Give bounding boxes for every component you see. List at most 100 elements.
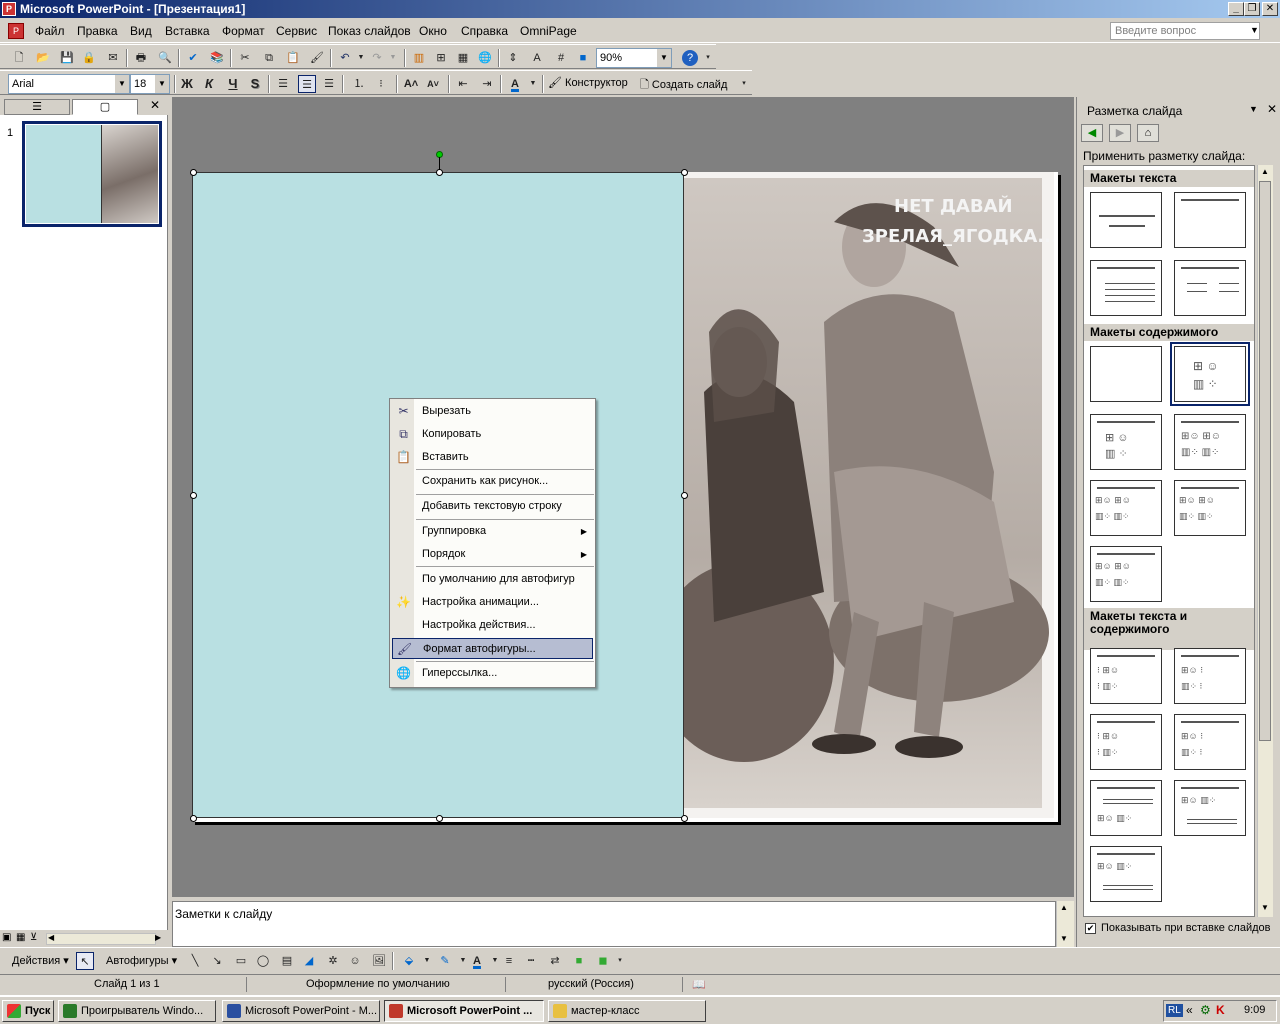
outline-tab[interactable]: ☰	[4, 99, 70, 115]
menu-item-default-autoshape[interactable]: По умолчанию для автофигур	[392, 569, 593, 590]
zoom-dropdown-icon[interactable]: ▼	[657, 49, 671, 67]
help-icon[interactable]: ?	[682, 50, 698, 66]
size-dropdown-icon[interactable]: ▼	[155, 75, 169, 93]
textbox-icon[interactable]: ▤	[278, 952, 296, 970]
menu-item-save-as-picture[interactable]: Сохранить как рисунок...	[392, 471, 593, 492]
resize-handle-sw[interactable]	[190, 815, 197, 822]
ask-dropdown-icon[interactable]: ▼	[1250, 25, 1259, 35]
layout-title-two-content-over[interactable]: ⊞☺ ⊞☺ ▥⁘ ▥⁘	[1174, 480, 1246, 536]
scroll-right-icon[interactable]: ▶	[155, 933, 161, 942]
menu-item-order[interactable]: Порядок ▶	[392, 544, 593, 565]
toolbar-options-icon[interactable]: ▾	[616, 952, 624, 970]
layout-title-two-content-over-text[interactable]: ⊞☺ ▥⁘	[1090, 846, 1162, 902]
insert-chart-icon[interactable]: ▥	[410, 49, 428, 67]
toolbar-options-icon[interactable]: ▾	[704, 49, 712, 67]
menu-view[interactable]: Вид	[130, 24, 152, 38]
layout-title-text-two-content[interactable]: ⁝ ⊞☺ ⁝ ▥⁘	[1090, 714, 1162, 770]
taskbar-button-folder[interactable]: мастер-класс	[548, 1000, 706, 1022]
tray-expand-icon[interactable]: «	[1186, 1003, 1193, 1017]
layout-title-content-text[interactable]: ⊞☺ ⁝ ▥⁘ ⁝	[1174, 648, 1246, 704]
layout-scrollbar[interactable]: ▲ ▼	[1257, 165, 1273, 917]
increase-font-icon[interactable]: A˄	[402, 75, 420, 93]
align-right-icon[interactable]: ☰	[320, 75, 338, 93]
diagram-icon[interactable]: ✲	[324, 952, 342, 970]
show-on-insert-checkbox[interactable]: ✔	[1085, 923, 1096, 934]
3d-style-icon[interactable]: ◼	[594, 952, 612, 970]
shadow-button[interactable]: S	[246, 75, 264, 93]
menu-slideshow[interactable]: Показ слайдов	[328, 24, 411, 38]
menu-item-cut[interactable]: ✂ Вырезать	[392, 401, 593, 422]
document-icon[interactable]: P	[8, 23, 24, 39]
insert-hyperlink-icon[interactable]: 🌐	[476, 49, 494, 67]
scroll-up-icon[interactable]: ▲	[1261, 167, 1269, 176]
layout-title-only[interactable]	[1174, 192, 1246, 248]
taskbar-button-powerpoint-2[interactable]: Microsoft PowerPoint ...	[384, 1000, 544, 1022]
close-window-button[interactable]: ✕	[1262, 2, 1278, 16]
decrease-font-icon[interactable]: A˅	[424, 75, 442, 93]
scroll-thumb[interactable]	[1259, 181, 1271, 741]
print-icon[interactable]: 🖶	[132, 49, 150, 67]
rectangle-icon[interactable]: ▭	[232, 952, 250, 970]
clipart-icon[interactable]: ☺	[346, 952, 364, 970]
font-color-icon[interactable]: A	[506, 75, 524, 93]
fill-color-icon[interactable]: ⬙	[400, 952, 418, 970]
scroll-up-icon[interactable]: ▲	[1060, 903, 1068, 912]
font-color-dropdown-icon[interactable]: ▼	[524, 75, 542, 93]
bullets-icon[interactable]: ⁝	[372, 75, 390, 93]
ask-question-input[interactable]: Введите вопрос	[1110, 22, 1260, 40]
slide-canvas[interactable]: НЕТ ДАВАЙ ЗРЕЛАЯ_ЯГОДКА...	[192, 172, 1058, 822]
notes-area[interactable]: Заметки к слайду	[172, 901, 1056, 947]
language-indicator[interactable]: RL	[1166, 1004, 1183, 1017]
font-combo[interactable]: Arial ▼	[8, 74, 130, 94]
menu-file[interactable]: Файл	[35, 24, 65, 38]
picture-icon[interactable]: 🖼	[370, 952, 388, 970]
decrease-indent-icon[interactable]: ⇤	[454, 75, 472, 93]
zoom-combo[interactable]: 90% ▼	[596, 48, 672, 68]
menu-item-custom-animation[interactable]: ✨ Настройка анимации...	[392, 592, 593, 613]
new-icon[interactable]: 🗋	[10, 49, 28, 67]
menu-tools[interactable]: Сервис	[276, 24, 317, 38]
format-painter-icon[interactable]: 🖌	[308, 49, 326, 67]
layout-title-four-content[interactable]: ⊞☺ ⊞☺ ▥⁘ ▥⁘	[1090, 546, 1162, 602]
maximize-button[interactable]: ❐	[1244, 2, 1260, 16]
italic-button[interactable]: К	[200, 75, 218, 93]
taskbar-button-media-player[interactable]: Проигрыватель Windo...	[58, 1000, 216, 1022]
increase-indent-icon[interactable]: ⇥	[478, 75, 496, 93]
permission-icon[interactable]: 🔒	[80, 49, 98, 67]
slide-thumbnail[interactable]	[22, 121, 162, 227]
scroll-left-icon[interactable]: ◀	[48, 933, 54, 942]
save-icon[interactable]: 💾	[58, 49, 76, 67]
color-grayscale-icon[interactable]: ■	[574, 49, 592, 67]
resize-handle-se[interactable]	[681, 815, 688, 822]
preview-icon[interactable]: 🔍	[156, 49, 174, 67]
network-icon[interactable]: ⚙	[1200, 1003, 1211, 1017]
email-icon[interactable]: ✉	[104, 49, 122, 67]
dash-style-icon[interactable]: ┅	[522, 952, 540, 970]
line-icon[interactable]: ╲	[186, 952, 204, 970]
resize-handle-s[interactable]	[436, 815, 443, 822]
close-pane-icon[interactable]: ✕	[150, 98, 160, 112]
research-icon[interactable]: 📚	[208, 49, 226, 67]
menu-item-grouping[interactable]: Группировка ▶	[392, 521, 593, 542]
layout-title-text-content[interactable]: ⁝ ⊞☺ ⁝ ▥⁘	[1090, 648, 1162, 704]
layout-title-content-over-text[interactable]: ⊞☺ ▥⁘	[1174, 780, 1246, 836]
font-size-combo[interactable]: 18 ▼	[130, 74, 170, 94]
menu-item-copy[interactable]: ⧉ Копировать	[392, 424, 593, 445]
font-dropdown-icon[interactable]: ▼	[115, 75, 129, 93]
align-center-icon[interactable]: ☰	[298, 75, 316, 93]
copy-icon[interactable]: ⧉	[260, 49, 278, 67]
wordart-icon[interactable]: ◢	[300, 952, 318, 970]
open-icon[interactable]: 📂	[34, 49, 52, 67]
layout-title-two-content-text[interactable]: ⊞☺ ⁝ ▥⁘ ⁝	[1174, 714, 1246, 770]
menu-item-format-autoshape[interactable]: 🖌 Формат автофигуры...	[392, 638, 593, 659]
sorter-view-icon[interactable]: ▦	[16, 932, 25, 943]
layout-two-column-text[interactable]	[1174, 260, 1246, 316]
tables-borders-icon[interactable]: ▦	[454, 49, 472, 67]
shadow-style-icon[interactable]: ■	[570, 952, 588, 970]
layout-title-slide[interactable]	[1090, 192, 1162, 248]
bold-button[interactable]: Ж	[178, 75, 196, 93]
task-pane-close-icon[interactable]: ✕	[1267, 102, 1277, 116]
menu-edit[interactable]: Правка	[77, 24, 118, 38]
paste-icon[interactable]: 📋	[284, 49, 302, 67]
resize-handle-n[interactable]	[436, 169, 443, 176]
